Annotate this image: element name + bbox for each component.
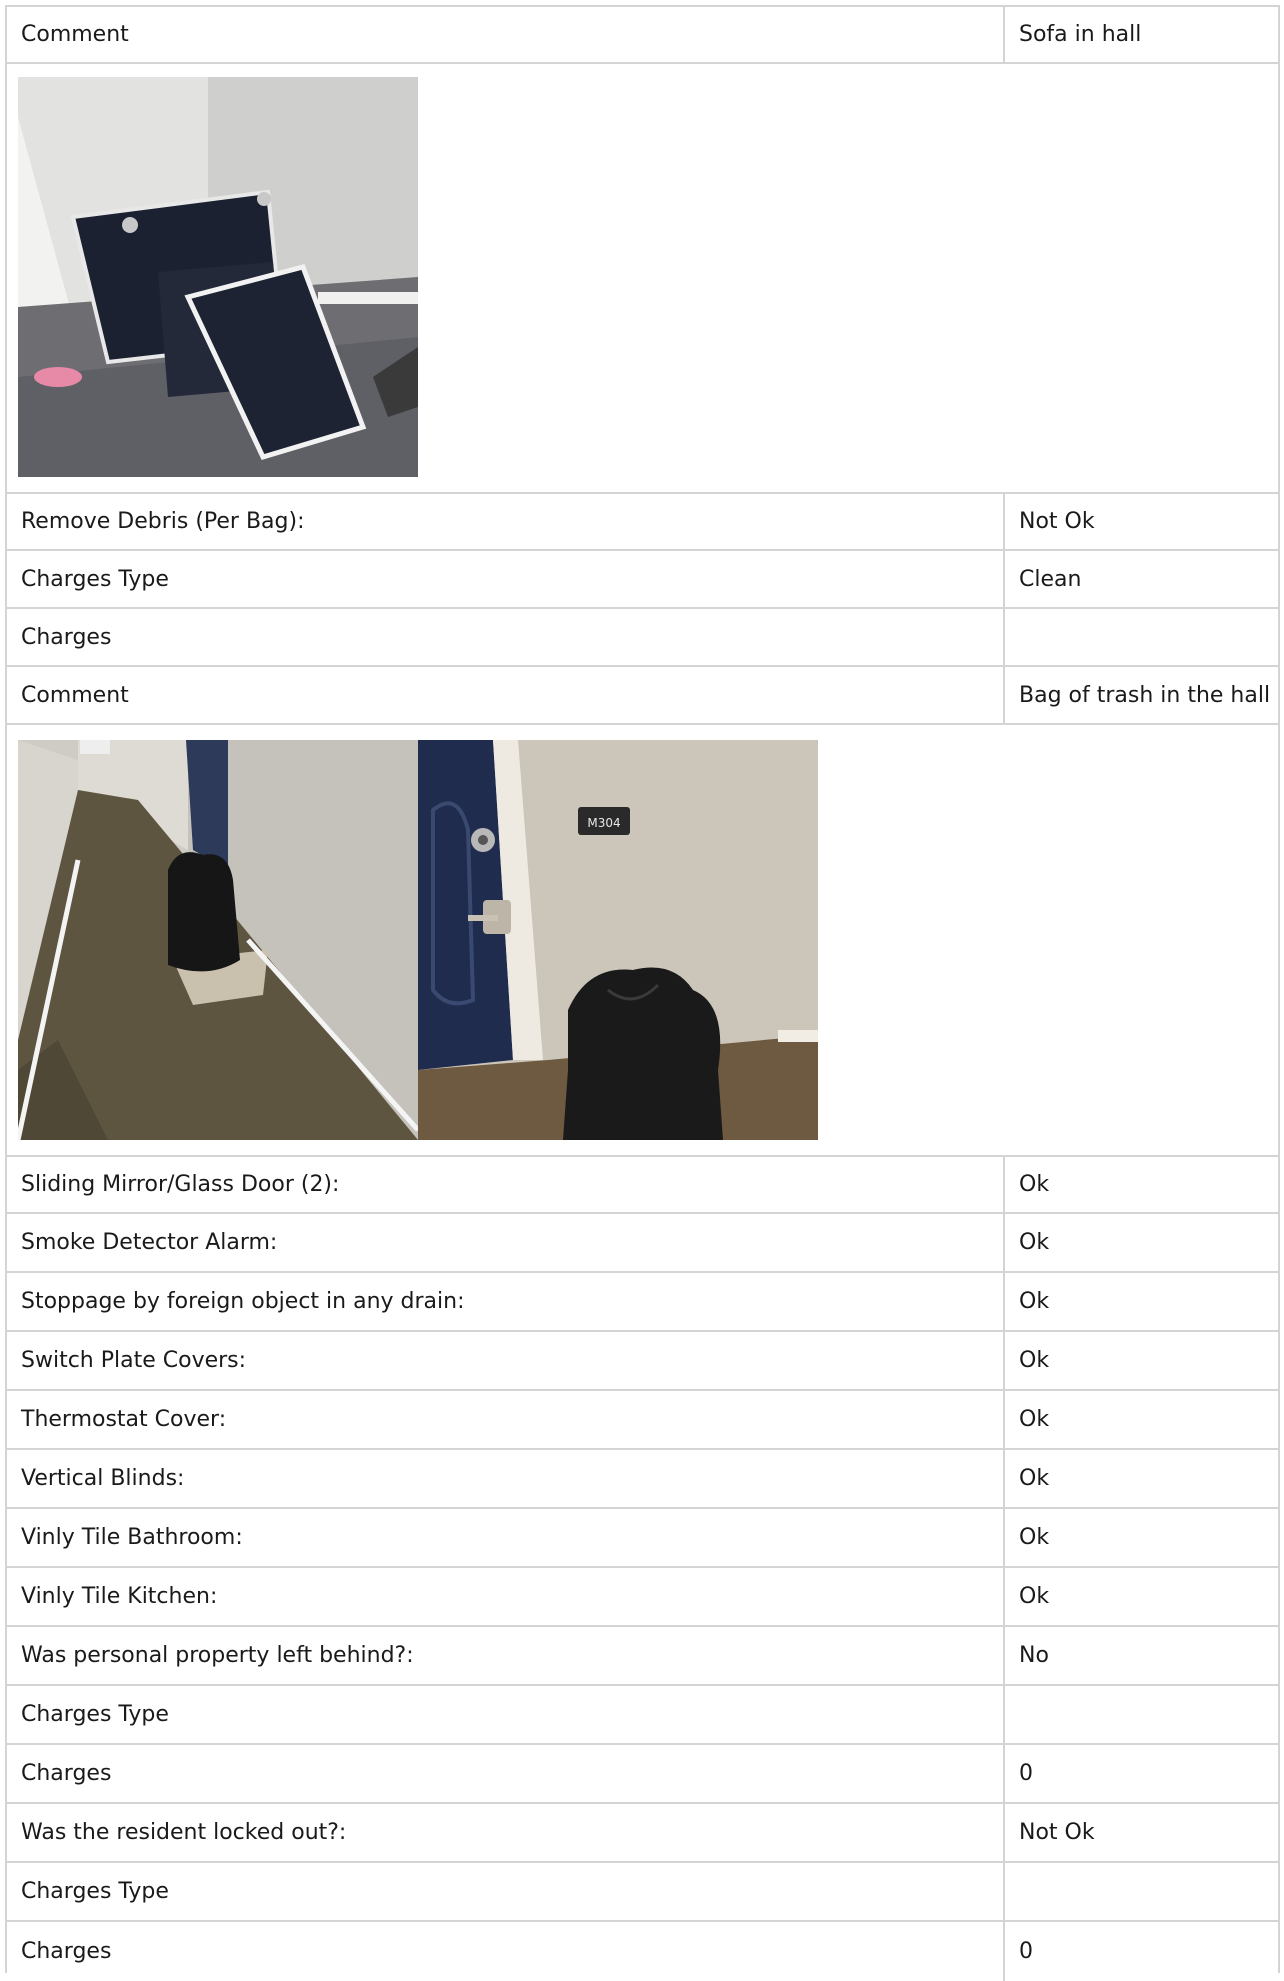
sofa-photo[interactable] <box>18 77 418 477</box>
row-label: Vinly Tile Kitchen: <box>7 1568 1005 1625</box>
row-value: Ok <box>1019 1407 1050 1432</box>
row-label: Comment <box>7 7 1005 62</box>
table-row: Smoke Detector Alarm: Ok <box>5 1214 1280 1273</box>
table-row: Charges <box>5 609 1280 667</box>
row-value: Bag of trash in the hall <box>1019 682 1271 708</box>
row-label: Sliding Mirror/Glass Door (2): <box>7 1157 1005 1212</box>
table-row: Vinly Tile Kitchen: Ok <box>5 1568 1280 1627</box>
row-value: Ok <box>1019 1172 1050 1197</box>
row-value: Ok <box>1019 1289 1050 1314</box>
row-label: Stoppage by foreign object in any drain: <box>7 1273 1005 1330</box>
door-trash-photo[interactable]: M304 <box>418 740 818 1140</box>
row-value: Ok <box>1019 1525 1050 1550</box>
door-plate-number: M304 <box>587 816 620 830</box>
row-value: Not Ok <box>1019 509 1095 534</box>
row-value: Clean <box>1019 566 1082 592</box>
table-row: Stoppage by foreign object in any drain:… <box>5 1273 1280 1332</box>
row-value: Ok <box>1019 1584 1050 1609</box>
row-label: Was the resident locked out?: <box>7 1804 1005 1861</box>
row-value <box>1005 609 1278 665</box>
table-row: Remove Debris (Per Bag): Not Ok <box>5 492 1280 551</box>
table-row: Vertical Blinds: Ok <box>5 1450 1280 1509</box>
row-label: Vinly Tile Bathroom: <box>7 1509 1005 1566</box>
table-row: Sliding Mirror/Glass Door (2): Ok <box>5 1155 1280 1214</box>
table-row: Was personal property left behind?: No <box>5 1627 1280 1686</box>
table-row: Charges 0 <box>5 1922 1280 1981</box>
row-label: Was personal property left behind?: <box>7 1627 1005 1684</box>
row-label: Smoke Detector Alarm: <box>7 1214 1005 1271</box>
row-label: Switch Plate Covers: <box>7 1332 1005 1389</box>
row-value: 0 <box>1019 1761 1033 1786</box>
row-value <box>1005 1686 1278 1743</box>
row-label: Vertical Blinds: <box>7 1450 1005 1507</box>
table-row: Charges 0 <box>5 1745 1280 1804</box>
row-label: Charges Type <box>7 1686 1005 1743</box>
row-label: Charges <box>7 609 1005 665</box>
hallway-trash-photo[interactable] <box>18 740 418 1140</box>
table-row: Comment Bag of trash in the hall <box>5 667 1280 725</box>
row-label: Remove Debris (Per Bag): <box>7 494 1005 549</box>
table-row: Was the resident locked out?: Not Ok <box>5 1804 1280 1863</box>
table-row: Charges Type <box>5 1686 1280 1745</box>
row-label: Charges Type <box>7 551 1005 607</box>
row-value: Ok <box>1019 1348 1050 1373</box>
row-label: Comment <box>7 667 1005 723</box>
row-label: Charges <box>7 1745 1005 1802</box>
row-label: Charges Type <box>7 1863 1005 1920</box>
row-value: 0 <box>1019 1939 1033 1964</box>
row-value: Sofa in hall <box>1019 22 1142 47</box>
row-value: Ok <box>1019 1466 1050 1491</box>
table-row: Switch Plate Covers: Ok <box>5 1332 1280 1391</box>
row-label: Thermostat Cover: <box>7 1391 1005 1448</box>
table-row: Vinly Tile Bathroom: Ok <box>5 1509 1280 1568</box>
row-value: Ok <box>1019 1230 1050 1255</box>
table-row: Charges Type <box>5 1863 1280 1922</box>
table-row: Charges Type Clean <box>5 551 1280 609</box>
row-value <box>1005 1863 1278 1920</box>
table-row: Comment Sofa in hall <box>5 5 1280 64</box>
row-label: Charges <box>7 1922 1005 1981</box>
row-value: No <box>1019 1643 1049 1668</box>
row-value: Not Ok <box>1019 1820 1095 1845</box>
photo-section-trash: M304 <box>5 725 1280 1155</box>
table-row: Thermostat Cover: Ok <box>5 1391 1280 1450</box>
photo-section-sofa <box>5 62 1280 492</box>
